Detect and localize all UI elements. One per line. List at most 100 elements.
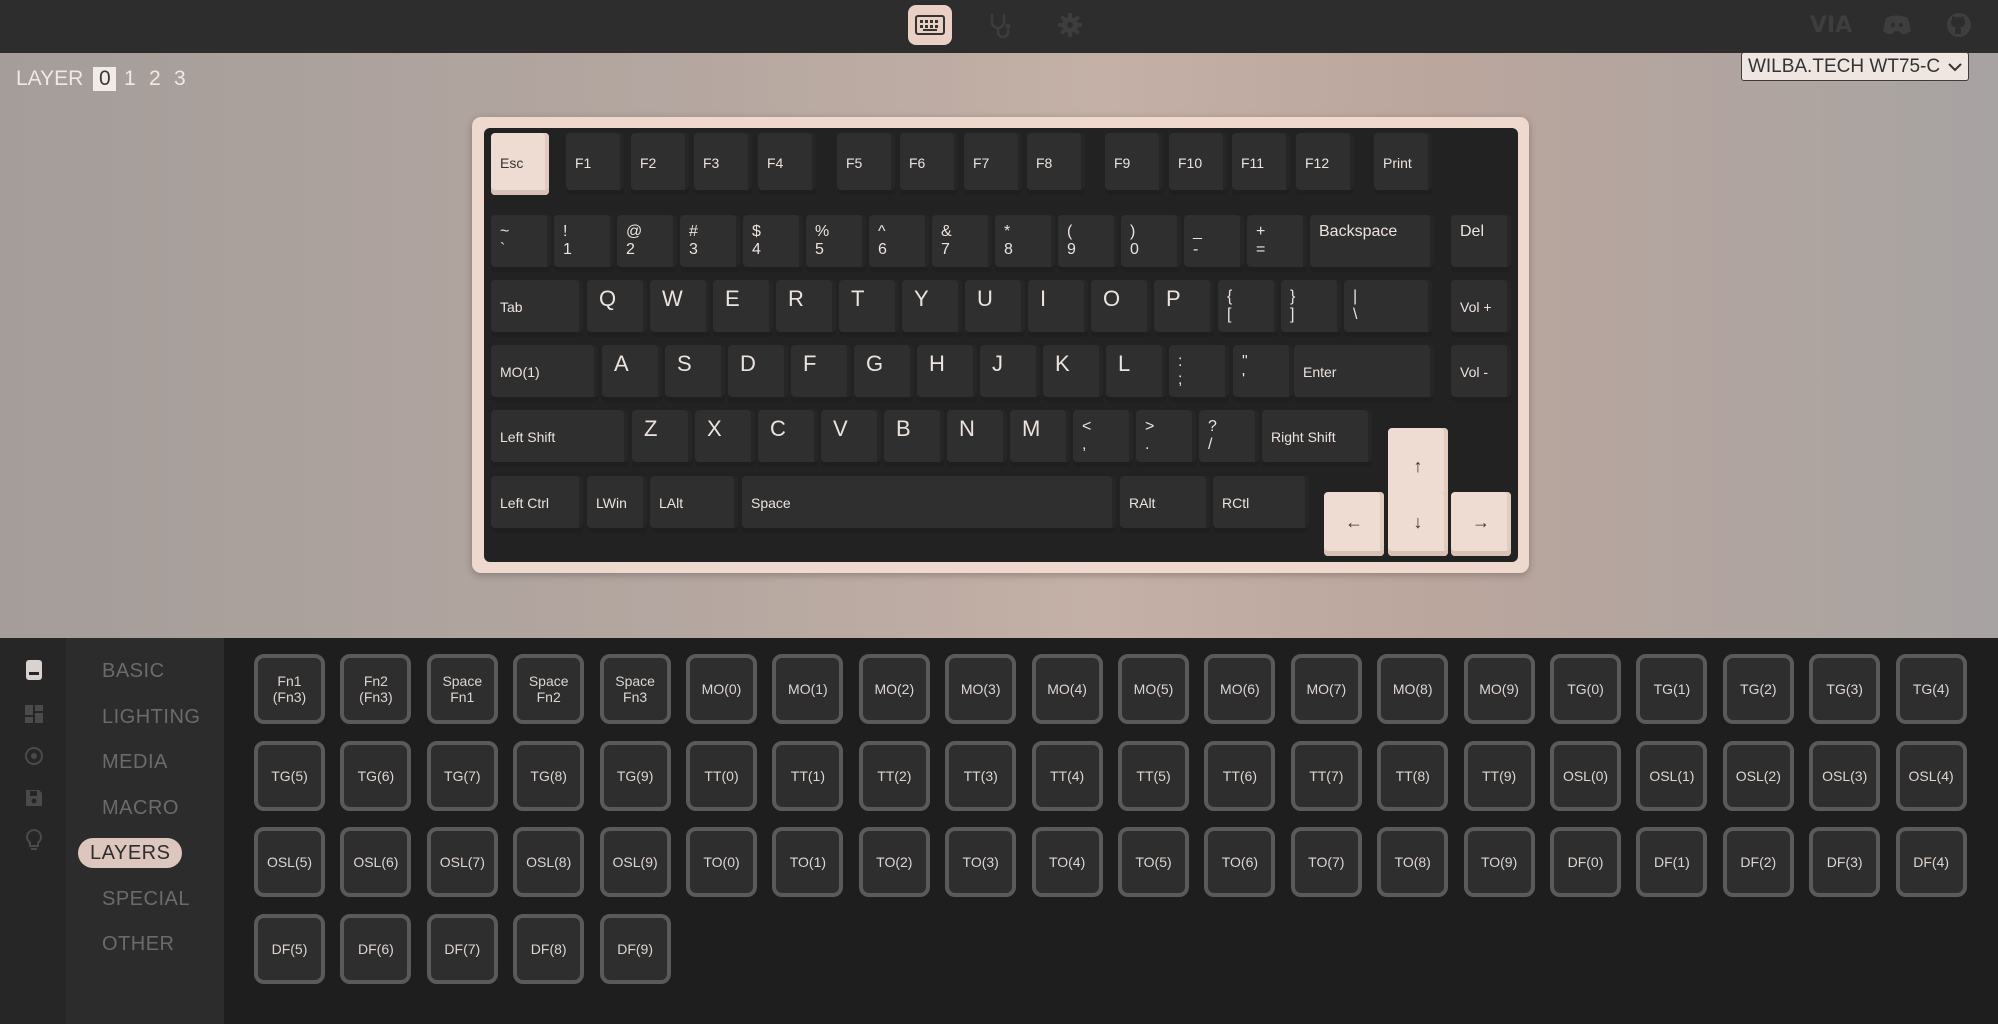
lightbulb-icon[interactable] (22, 828, 46, 852)
keycode-osl-9[interactable]: OSL(9) (599, 827, 671, 898)
key-lalt[interactable]: LAlt (650, 476, 738, 533)
key-sym[interactable]: :; (1169, 345, 1229, 402)
keycode-mo-8[interactable]: MO(8) (1377, 654, 1449, 724)
category-other[interactable]: OTHER (90, 929, 187, 959)
key-v[interactable]: V (821, 410, 881, 467)
key-z[interactable]: Z (632, 410, 692, 467)
key-p[interactable]: P (1154, 280, 1214, 337)
keycode-tt-7[interactable]: TT(7) (1290, 740, 1362, 811)
save-icon[interactable] (22, 786, 46, 810)
key-h[interactable]: H (917, 345, 977, 402)
keycode-df-5[interactable]: DF(5) (254, 913, 325, 984)
lighting-icon[interactable] (22, 744, 46, 768)
key-j[interactable]: J (980, 345, 1040, 402)
category-layers[interactable]: LAYERS (78, 838, 183, 868)
keycode-to-1[interactable]: TO(1) (772, 827, 844, 898)
keycode-mo-6[interactable]: MO(6) (1204, 654, 1276, 724)
key-right-shift[interactable]: Right Shift (1262, 410, 1372, 467)
keycode-mo-2[interactable]: MO(2) (858, 654, 930, 724)
keycode-mo-1[interactable]: MO(1) (772, 654, 844, 724)
key-f4[interactable]: F4 (758, 133, 816, 195)
keycode-tg-6[interactable]: TG(6) (340, 740, 412, 811)
key-f2[interactable]: F2 (631, 133, 689, 195)
key-0[interactable]: ) 0 (1121, 215, 1181, 272)
keycode-osl-1[interactable]: OSL(1) (1636, 740, 1708, 811)
key-8[interactable]: * 8 (995, 215, 1055, 272)
keycode-df-6[interactable]: DF(6) (340, 913, 412, 984)
key-q[interactable]: Q (587, 280, 647, 337)
key-e[interactable]: E (713, 280, 773, 337)
layer-3-button[interactable]: 3 (168, 67, 191, 91)
keycode-to-6[interactable]: TO(6) (1204, 827, 1276, 898)
keycode-osl-4[interactable]: OSL(4) (1895, 740, 1967, 811)
key-b[interactable]: B (884, 410, 944, 467)
category-media[interactable]: MEDIA (90, 747, 180, 777)
key-ralt[interactable]: RAlt (1120, 476, 1210, 533)
keycode-df-4[interactable]: DF(4) (1895, 827, 1967, 898)
keycode-to-5[interactable]: TO(5) (1118, 827, 1189, 898)
key-vol[interactable]: Vol + (1451, 280, 1511, 337)
key-f11[interactable]: F11 (1232, 133, 1290, 195)
key-7[interactable]: & 7 (932, 215, 992, 272)
keycode-fn1-fn3[interactable]: Fn1 (Fn3) (254, 654, 325, 724)
keycode-osl-5[interactable]: OSL(5) (254, 827, 325, 898)
key-l[interactable]: L (1106, 345, 1166, 402)
keycode-to-9[interactable]: TO(9) (1463, 827, 1535, 898)
key-f5[interactable]: F5 (837, 133, 895, 195)
keycode-to-7[interactable]: TO(7) (1290, 827, 1362, 898)
keycode-tg-8[interactable]: TG(8) (513, 740, 585, 811)
key-d[interactable]: D (728, 345, 788, 402)
keycode-mo-0[interactable]: MO(0) (686, 654, 757, 724)
keymap-icon[interactable] (22, 658, 46, 682)
keycode-tt-1[interactable]: TT(1) (772, 740, 844, 811)
key-sym[interactable]: ? / (1199, 410, 1259, 467)
key-sym[interactable]: ↓ (1388, 492, 1448, 556)
keycode-tg-5[interactable]: TG(5) (254, 740, 325, 811)
key-f8[interactable]: F8 (1027, 133, 1085, 195)
key-lwin[interactable]: LWin (587, 476, 647, 533)
key-sym[interactable]: " ' (1233, 345, 1293, 402)
keycode-df-2[interactable]: DF(2) (1722, 827, 1794, 898)
key-esc[interactable]: Esc (491, 133, 549, 195)
keycode-fn2-fn3[interactable]: Fn2 (Fn3) (340, 654, 412, 724)
key-s[interactable]: S (665, 345, 725, 402)
keycode-osl-6[interactable]: OSL(6) (340, 827, 412, 898)
keycode-mo-3[interactable]: MO(3) (945, 654, 1017, 724)
key-5[interactable]: % 5 (806, 215, 866, 272)
key-t[interactable]: T (839, 280, 899, 337)
key-m[interactable]: M (1010, 410, 1070, 467)
key-2[interactable]: @2 (617, 215, 677, 272)
keycode-tt-2[interactable]: TT(2) (858, 740, 930, 811)
device-select[interactable]: WILBA.TECH WT75-C (1741, 52, 1969, 81)
key-f3[interactable]: F3 (694, 133, 752, 195)
key-sym[interactable]: <, (1073, 410, 1133, 467)
key-1[interactable]: ! 1 (554, 215, 614, 272)
key-sym[interactable]: >. (1136, 410, 1196, 467)
keycode-tg-7[interactable]: TG(7) (426, 740, 498, 811)
category-basic[interactable]: BASIC (90, 656, 177, 686)
keycode-df-1[interactable]: DF(1) (1636, 827, 1708, 898)
key-sym[interactable]: {[ (1218, 280, 1278, 337)
keycode-df-3[interactable]: DF(3) (1809, 827, 1881, 898)
key-print[interactable]: Print (1374, 133, 1432, 195)
key-i[interactable]: I (1028, 280, 1088, 337)
key-3[interactable]: #3 (680, 215, 740, 272)
key-rctl[interactable]: RCtl (1213, 476, 1309, 533)
keycode-space-fn1[interactable]: Space Fn1 (426, 654, 498, 724)
key-r[interactable]: R (776, 280, 836, 337)
key-f12[interactable]: F12 (1296, 133, 1354, 195)
key-o[interactable]: O (1091, 280, 1151, 337)
key-f[interactable]: F (791, 345, 851, 402)
grid-layout-icon[interactable] (22, 702, 46, 726)
key-tab[interactable]: Tab (491, 280, 583, 337)
key-y[interactable]: Y (902, 280, 962, 337)
category-macro[interactable]: MACRO (90, 793, 191, 823)
keycode-tt-0[interactable]: TT(0) (686, 740, 757, 811)
keycode-tg-4[interactable]: TG(4) (1895, 654, 1967, 724)
keycode-osl-2[interactable]: OSL(2) (1722, 740, 1794, 811)
keycode-to-0[interactable]: TO(0) (686, 827, 757, 898)
settings-gear-icon[interactable] (1048, 5, 1092, 45)
keycode-osl-7[interactable]: OSL(7) (426, 827, 498, 898)
key-6[interactable]: ^ 6 (869, 215, 929, 272)
keycode-space-fn2[interactable]: Space Fn2 (513, 654, 585, 724)
